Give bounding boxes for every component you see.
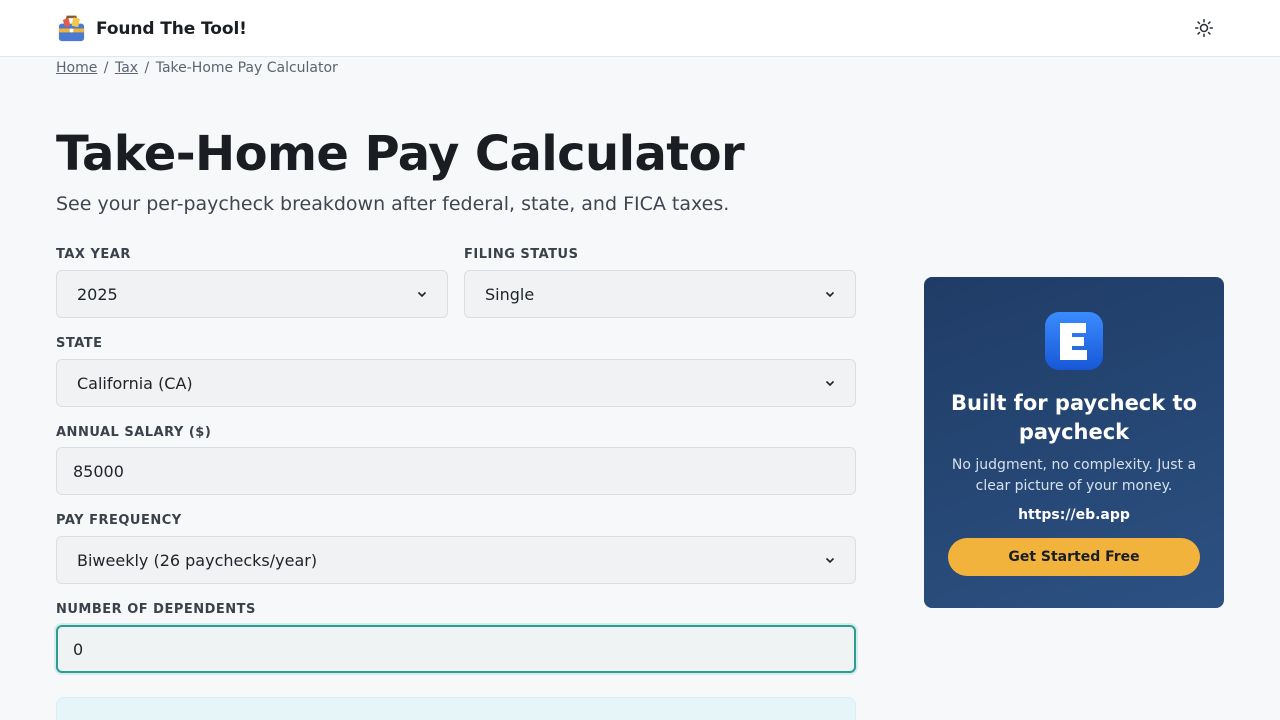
breadcrumb-tax-link[interactable]: Tax bbox=[115, 60, 138, 76]
chevron-down-icon bbox=[825, 291, 835, 298]
get-started-button[interactable]: Get Started Free bbox=[948, 538, 1200, 576]
tax-year-value: 2025 bbox=[77, 284, 118, 304]
pay-frequency-value: Biweekly (26 paychecks/year) bbox=[77, 550, 318, 570]
promo-title: Built for paycheck to paycheck bbox=[950, 391, 1197, 444]
promo-card: Built for paycheck to paycheck No judgme… bbox=[924, 277, 1224, 608]
state-value: California (CA) bbox=[77, 373, 193, 393]
filing-status-value: Single bbox=[485, 284, 535, 304]
pay-frequency-label: Pay Frequency bbox=[56, 513, 182, 528]
page-title: Take-Home Pay Calculator bbox=[56, 126, 745, 182]
annual-salary-value: 85000 bbox=[73, 461, 124, 481]
breadcrumb-separator: / bbox=[144, 60, 150, 76]
chevron-down-icon bbox=[825, 380, 835, 387]
chevron-down-icon bbox=[825, 557, 835, 564]
page-subtitle: See your per-paycheck breakdown after fe… bbox=[56, 193, 730, 215]
promo-url: https://eb.app bbox=[1018, 507, 1130, 523]
annual-salary-input[interactable]: 85000 bbox=[56, 447, 856, 495]
tax-year-select[interactable]: 2025 bbox=[56, 270, 448, 318]
sun-icon bbox=[1194, 18, 1214, 38]
pay-frequency-select[interactable]: Biweekly (26 paychecks/year) bbox=[56, 536, 856, 584]
dependents-input[interactable]: 0 bbox=[56, 625, 856, 673]
state-select[interactable]: California (CA) bbox=[56, 359, 856, 407]
brand-home-link[interactable]: Found The Tool! bbox=[56, 13, 247, 44]
chevron-down-icon bbox=[417, 291, 427, 298]
filing-status-label: Filing Status bbox=[464, 247, 579, 262]
dependents-label: Number of Dependents bbox=[56, 602, 256, 617]
tax-year-label: Tax Year bbox=[56, 247, 131, 262]
breadcrumb-separator: / bbox=[103, 60, 109, 76]
brand-name: Found The Tool! bbox=[96, 18, 247, 39]
state-label: State bbox=[56, 336, 103, 351]
dependents-value: 0 bbox=[73, 639, 84, 659]
theme-toggle-button[interactable] bbox=[1191, 15, 1217, 41]
toolbox-icon bbox=[58, 15, 85, 42]
top-navigation-bar: Found The Tool! bbox=[0, 0, 1280, 57]
breadcrumb-current: Take-Home Pay Calculator bbox=[155, 60, 338, 76]
filing-status-select[interactable]: Single bbox=[464, 270, 856, 318]
annual-salary-label: Annual Salary ($) bbox=[56, 425, 212, 440]
promo-description: No judgment, no complexity. Just a clear… bbox=[951, 457, 1197, 494]
results-panel bbox=[56, 697, 856, 720]
eb-app-logo-icon bbox=[1045, 312, 1103, 370]
breadcrumb: Home / Tax / Take-Home Pay Calculator bbox=[56, 60, 338, 76]
breadcrumb-home-link[interactable]: Home bbox=[56, 60, 97, 76]
